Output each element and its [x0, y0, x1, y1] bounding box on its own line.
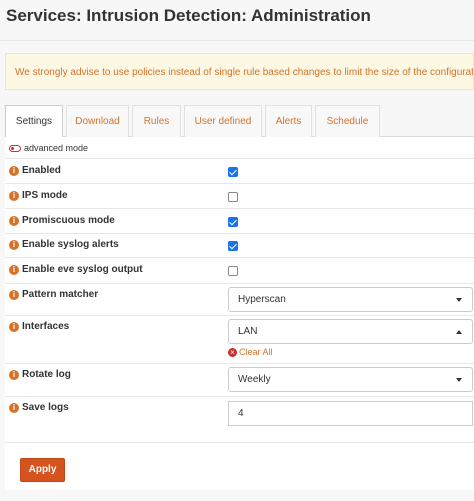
ips-mode-label: IPS mode — [22, 190, 68, 201]
eve-syslog-checkbox[interactable] — [228, 266, 238, 276]
row-eve-syslog: i Enable eve syslog output — [5, 257, 474, 283]
tab-settings[interactable]: Settings — [5, 105, 63, 138]
tab-rules[interactable]: Rules — [132, 105, 181, 137]
info-icon[interactable]: i — [9, 402, 19, 413]
syslog-alerts-checkbox[interactable] — [228, 241, 238, 251]
row-interfaces: i Interfaces LAN × Clear All — [5, 315, 474, 363]
enabled-checkbox[interactable] — [228, 167, 238, 177]
advanced-mode-toggle[interactable]: advanced mode — [9, 143, 88, 153]
row-pattern-matcher: i Pattern matcher Hyperscan — [5, 283, 474, 315]
rotate-log-select[interactable]: Weekly — [228, 367, 473, 392]
advanced-mode-label: advanced mode — [24, 143, 89, 153]
ips-mode-checkbox[interactable] — [228, 192, 238, 202]
save-logs-input[interactable]: 4 — [228, 401, 473, 426]
save-logs-value: 4 — [238, 408, 244, 419]
info-icon[interactable]: i — [9, 190, 19, 201]
tab-bar: Settings Download Rules User defined Ale… — [5, 105, 474, 138]
advisory-alert: We strongly advise to use policies inste… — [5, 53, 474, 90]
info-icon[interactable]: i — [9, 165, 19, 176]
row-promiscuous-mode: i Promiscuous mode — [5, 208, 474, 233]
info-icon[interactable]: i — [9, 369, 19, 380]
form-divider — [5, 442, 474, 443]
settings-panel: advanced mode i Enabled i IPS mode i Pro… — [5, 137, 474, 490]
eve-syslog-label: Enable eve syslog output — [22, 264, 143, 275]
clear-all-link[interactable]: × Clear All — [228, 347, 273, 357]
row-save-logs: i Save logs 4 — [5, 396, 474, 442]
promiscuous-mode-label: Promiscuous mode — [22, 215, 115, 226]
tab-schedule[interactable]: Schedule — [315, 105, 380, 137]
toggle-icon — [9, 144, 21, 152]
info-icon[interactable]: i — [9, 215, 19, 226]
info-icon[interactable]: i — [9, 264, 19, 275]
chevron-up-icon — [456, 330, 462, 334]
row-enabled: i Enabled — [5, 158, 474, 183]
tab-alerts[interactable]: Alerts — [265, 105, 312, 137]
clear-all-label: Clear All — [239, 347, 273, 357]
clear-icon: × — [228, 347, 237, 357]
promiscuous-mode-checkbox[interactable] — [228, 217, 238, 227]
row-rotate-log: i Rotate log Weekly — [5, 363, 474, 396]
rotate-log-value: Weekly — [238, 374, 271, 385]
chevron-down-icon — [456, 378, 462, 382]
tab-user-defined[interactable]: User defined — [184, 105, 262, 137]
row-syslog-alerts: i Enable syslog alerts — [5, 233, 474, 257]
save-logs-label: Save logs — [22, 402, 69, 413]
page-title: Services: Intrusion Detection: Administr… — [6, 6, 371, 25]
interfaces-select[interactable]: LAN — [228, 319, 473, 344]
enabled-label: Enabled — [22, 165, 61, 176]
row-ips-mode: i IPS mode — [5, 183, 474, 208]
tab-download[interactable]: Download — [66, 105, 129, 137]
info-icon[interactable]: i — [9, 239, 19, 250]
pattern-matcher-value: Hyperscan — [238, 294, 286, 305]
interfaces-value: LAN — [238, 326, 258, 337]
syslog-alerts-label: Enable syslog alerts — [22, 239, 119, 250]
title-divider — [0, 40, 474, 41]
apply-button[interactable]: Apply — [20, 458, 65, 482]
pattern-matcher-select[interactable]: Hyperscan — [228, 287, 473, 312]
chevron-down-icon — [456, 298, 462, 302]
interfaces-label: Interfaces — [22, 321, 70, 332]
info-icon[interactable]: i — [9, 321, 19, 332]
rotate-log-label: Rotate log — [22, 369, 71, 380]
info-icon[interactable]: i — [9, 289, 19, 300]
pattern-matcher-label: Pattern matcher — [22, 289, 99, 300]
